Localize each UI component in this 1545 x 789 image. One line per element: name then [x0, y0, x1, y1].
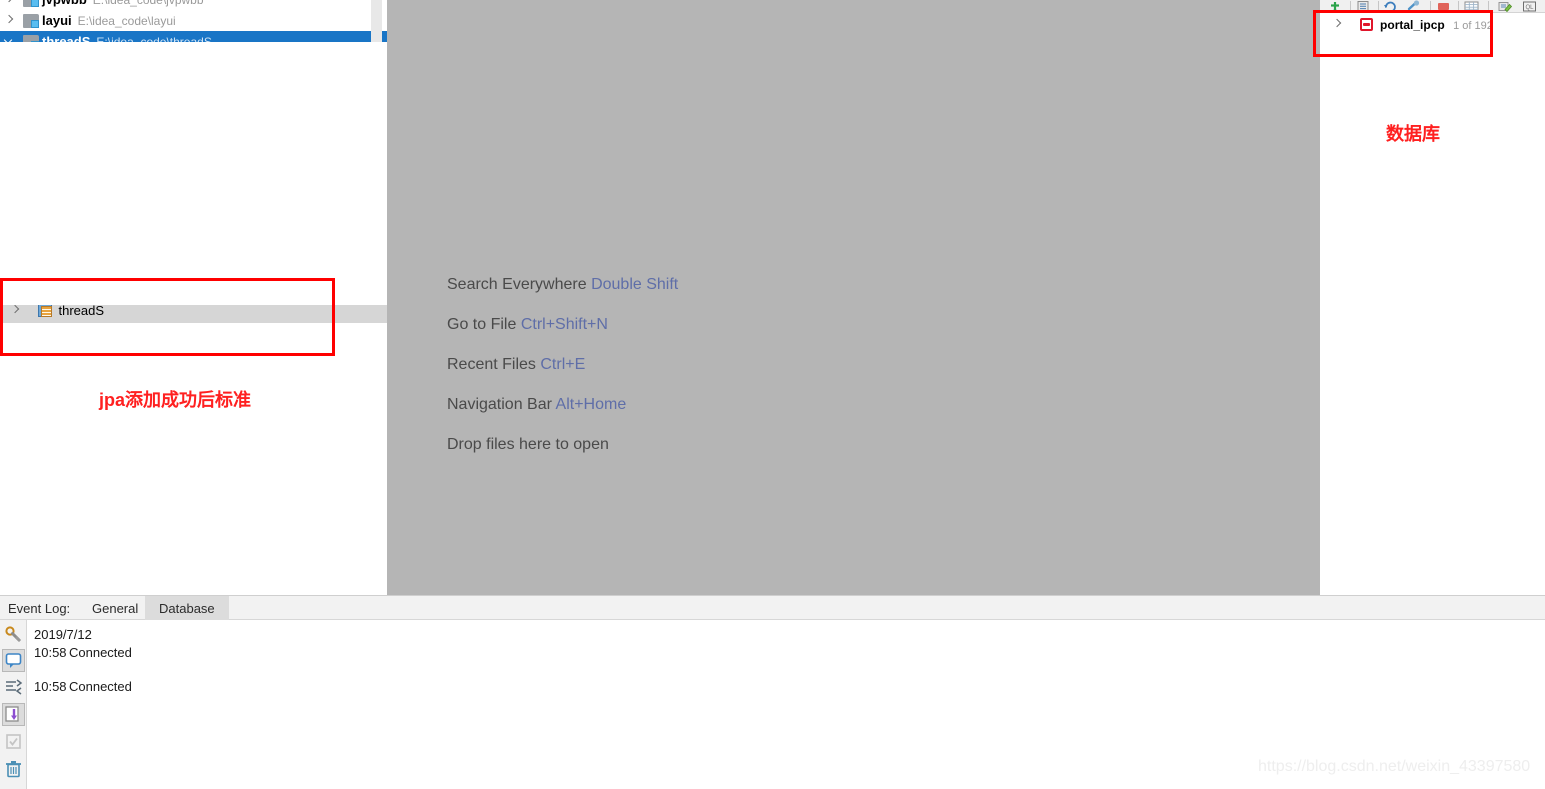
mark-all-read-icon [2, 730, 25, 753]
watermark: https://blog.csdn.net/weixin_43397580 [1258, 758, 1531, 775]
database-icon [1359, 18, 1373, 32]
event-log-date-0: 2019/7/12 [34, 627, 92, 642]
module-icon [23, 0, 39, 7]
event-log-label: Event Log: [8, 601, 71, 616]
shortcut-label: Search Everywhere [447, 276, 587, 293]
shortcut-key: Alt+Home [555, 396, 627, 413]
database-toolbar[interactable]: QL [1320, 0, 1545, 13]
shortcut-hint-row: Recent Files Ctrl+E [447, 356, 867, 374]
database-datasource-row[interactable]: portal_ipcp 1 of 192 [1332, 16, 1532, 35]
shortcut-label: Navigation Bar [447, 396, 552, 413]
sql-console-icon[interactable]: QL [1520, 0, 1540, 13]
shortcut-hint-row: Search Everywhere Double Shift [447, 276, 867, 294]
event-log-icon-strip[interactable] [0, 620, 27, 789]
annotation-text-persistence: jpa添加成功后标准 [99, 390, 252, 410]
data-source-settings-icon[interactable] [1406, 0, 1426, 13]
datasource-count: 1 of 192 [1453, 20, 1493, 32]
properties-icon[interactable] [1354, 0, 1374, 13]
event-log-message-1: Connected [69, 679, 132, 694]
shortcut-hint-row: Navigation Bar Alt+Home [447, 396, 867, 414]
persistence-unit-icon [37, 304, 52, 318]
toolbar-separator [1488, 1, 1489, 12]
stop-icon[interactable] [1434, 0, 1454, 13]
expand-arrow-icon[interactable] [10, 305, 21, 316]
shortcut-key: Ctrl+E [540, 356, 586, 373]
editor-shortcut-hints: Search Everywhere Double Shift Go to File… [447, 276, 867, 476]
event-log-time-0: 10:58 [34, 645, 67, 660]
module-icon [23, 13, 39, 28]
event-log-time-1: 10:58 [34, 679, 67, 694]
toolbar-separator [1350, 1, 1351, 12]
event-log-tab-bar[interactable]: Event Log: General Database [0, 595, 1545, 621]
edit-icon[interactable] [1496, 0, 1516, 13]
expand-arrow-icon[interactable] [4, 15, 15, 26]
tab-database[interactable]: Database [145, 596, 229, 621]
project-tree-row[interactable]: jvpwbb E:\idea_code\jvpwbb [0, 0, 387, 10]
tree-node-path: E:\idea_code\layui [77, 14, 176, 28]
tab-general[interactable]: General [78, 596, 152, 621]
tree-node-path: E:\idea_code\jvpwbb [92, 0, 204, 7]
shortcut-label: Go to File [447, 316, 517, 333]
shortcut-hint-row: Drop files here to open [447, 436, 867, 454]
shortcut-label: Recent Files [447, 356, 536, 373]
database-tool-window[interactable]: QL portal_ipcp 1 of 192 [1320, 0, 1545, 595]
svg-text:QL: QL [1525, 5, 1534, 11]
balloon-notifications-icon[interactable] [2, 649, 25, 672]
project-tree-row[interactable]: layui E:\idea_code\layui [0, 10, 387, 31]
toolbar-separator [1378, 1, 1379, 12]
database-tables-icon[interactable] [1462, 0, 1482, 13]
shortcut-hint-row: Go to File Ctrl+Shift+N [447, 316, 867, 334]
persistence-empty-area [0, 42, 387, 305]
shortcut-key: Ctrl+Shift+N [520, 316, 608, 333]
tree-node-label: layui [42, 13, 72, 28]
tree-node-label: jvpwbb [42, 0, 87, 7]
event-log-message-0: Connected [69, 645, 132, 660]
datasource-name: portal_ipcp [1380, 18, 1445, 32]
toolbar-separator [1430, 1, 1431, 12]
shortcut-label: Drop files here to open [447, 436, 609, 453]
clear-all-icon[interactable] [2, 758, 25, 781]
synchronize-icon[interactable] [1382, 0, 1402, 13]
toolbar-separator [1458, 1, 1459, 12]
expand-arrow-icon[interactable] [1332, 19, 1343, 30]
shortcut-key: Double Shift [591, 276, 679, 293]
group-by-icon[interactable] [2, 676, 25, 699]
persistence-unit-label: threadS [58, 303, 105, 318]
settings-wrench-icon[interactable] [2, 623, 25, 646]
add-data-source-icon[interactable] [1328, 0, 1348, 13]
export-icon[interactable] [2, 703, 25, 726]
annotation-text-database: 数据库 [1386, 124, 1440, 144]
expand-arrow-icon[interactable] [4, 0, 15, 5]
